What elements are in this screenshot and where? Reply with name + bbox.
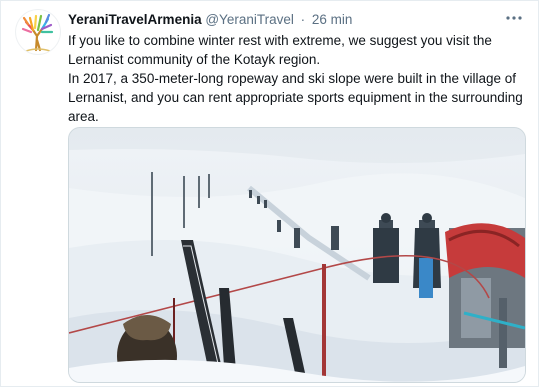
photo-ski-slope [69,128,525,382]
tweet-photo[interactable] [68,127,526,383]
more-options-button[interactable] [504,11,524,25]
tree-logo-icon [21,13,54,52]
separator: · [300,12,306,27]
avatar[interactable] [16,10,60,54]
tweet-text: If you like to combine winter rest with … [68,31,530,126]
tweet-header: YeraniTravelArmenia @YeraniTravel · 26 m… [68,11,498,28]
tweet-paragraph: If you like to combine winter rest with … [68,33,492,67]
timestamp[interactable]: 26 min [312,12,353,27]
tweet-paragraph: In 2017, a 350-meter-long ropeway and sk… [68,71,523,124]
display-name[interactable]: YeraniTravelArmenia [68,12,202,27]
user-handle[interactable]: @YeraniTravel [205,12,294,27]
tweet-card[interactable]: YeraniTravelArmenia @YeraniTravel · 26 m… [0,0,539,387]
more-dots-icon [506,16,522,20]
